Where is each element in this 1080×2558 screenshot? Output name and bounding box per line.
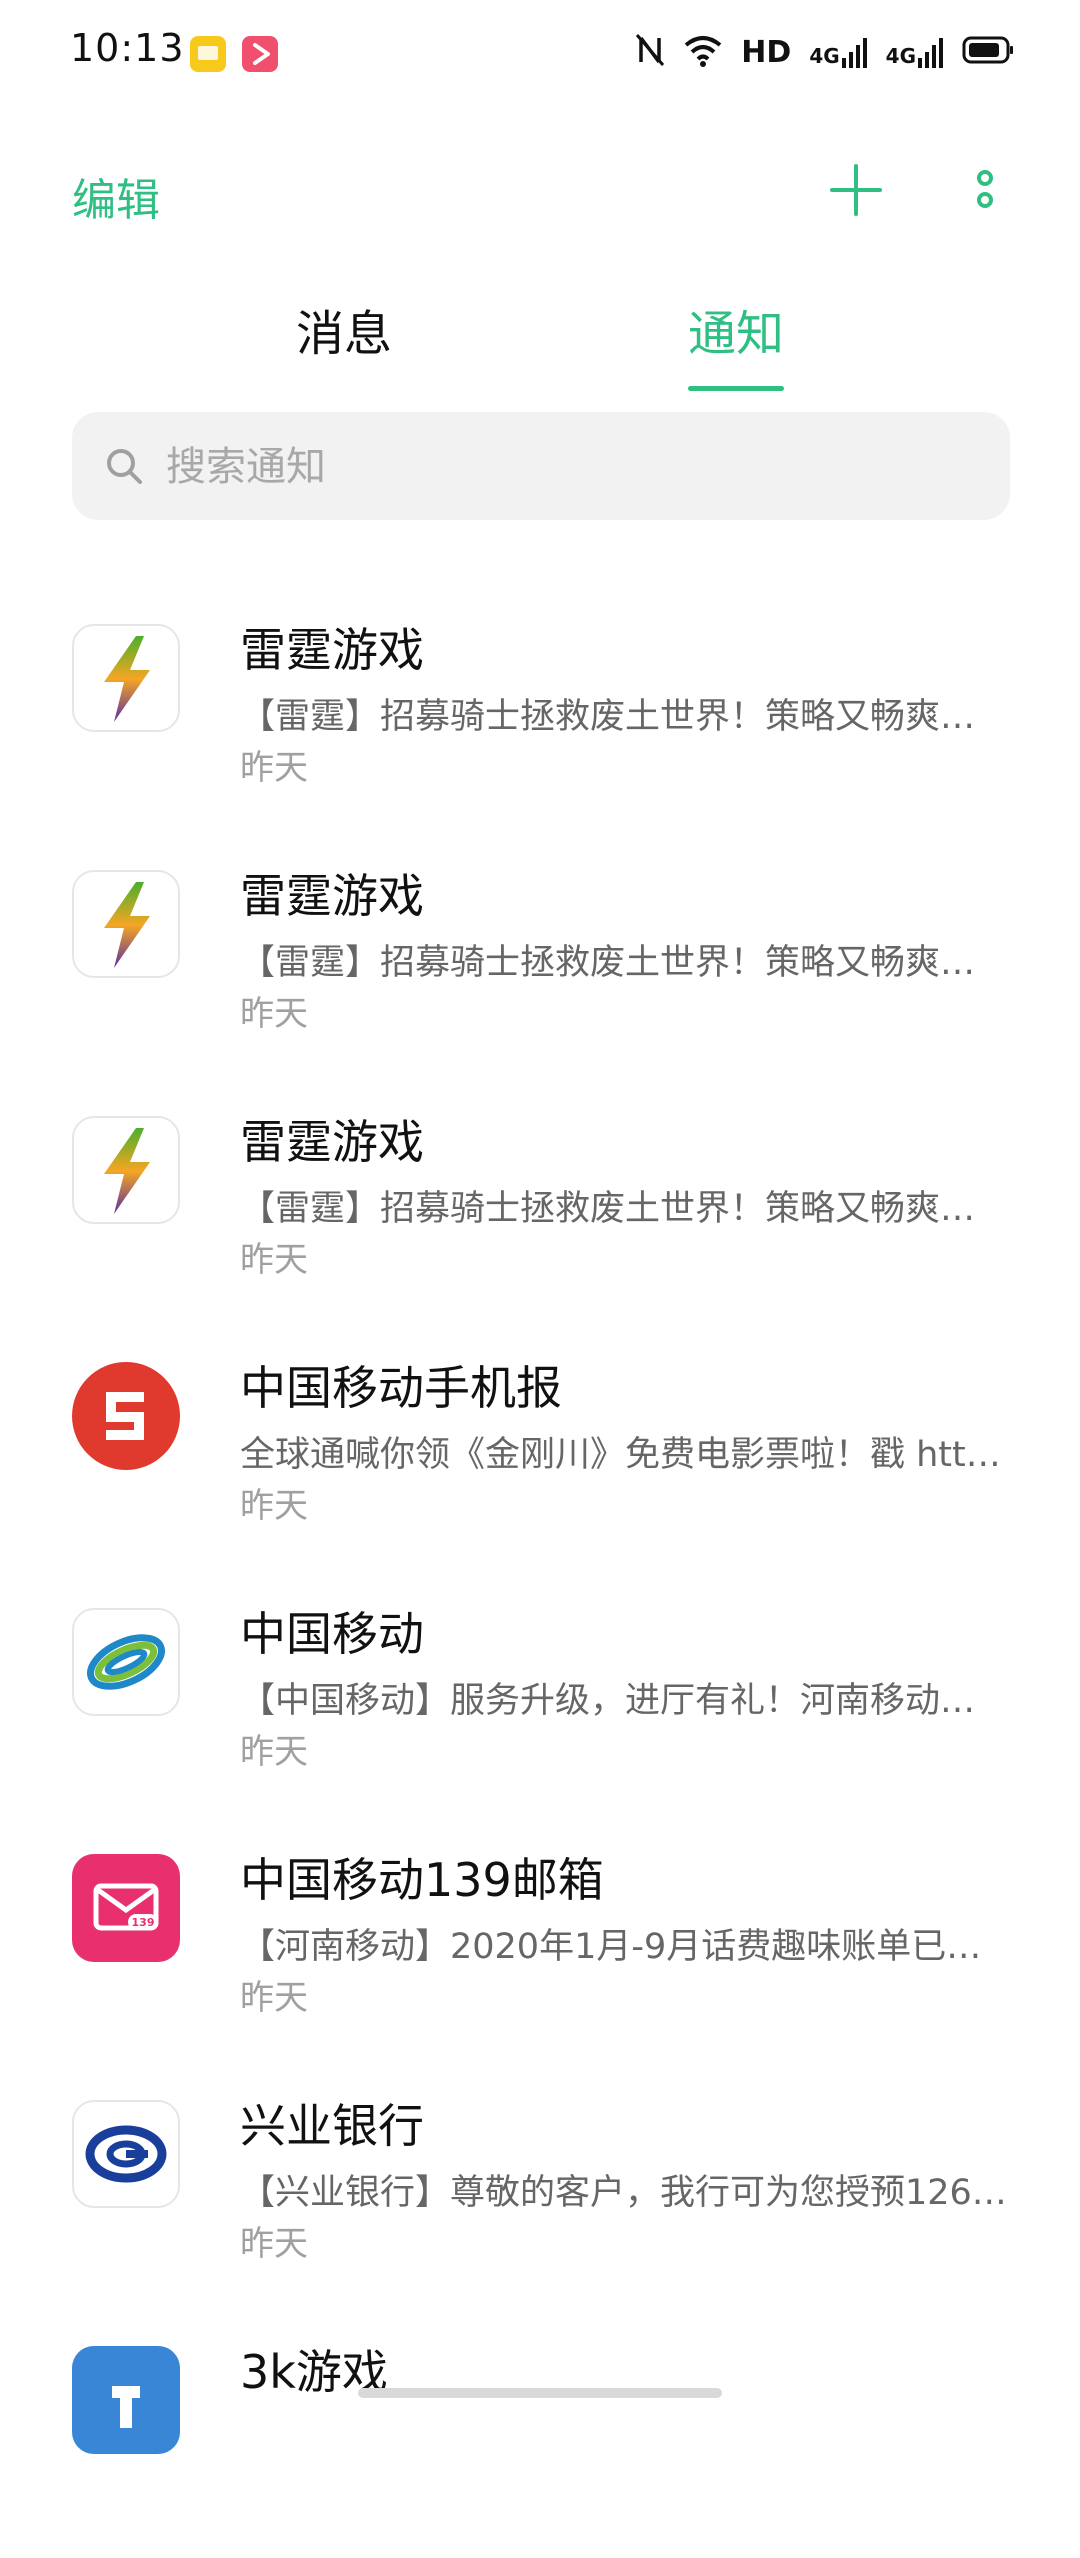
item-title: 雷霆游戏 — [240, 1115, 424, 1169]
list-item[interactable]: 雷霆游戏 【雷霆】招募骑士拯救废土世界！策略又畅爽… 昨天 — [0, 836, 1080, 1082]
list-item[interactable]: 3k游戏 — [0, 2312, 1080, 2558]
signal-icon-1: 4G — [809, 36, 867, 68]
item-preview: 全球通喊你领《金刚川》免费电影票啦！戳 htt… — [240, 1435, 1001, 1475]
item-title: 雷霆游戏 — [240, 869, 424, 923]
status-time: 10:13 — [70, 26, 185, 70]
item-time: 昨天 — [240, 2224, 308, 2264]
item-preview: 【河南移动】2020年1月-9月话费趣味账单已送… — [240, 1927, 1010, 1967]
item-title: 兴业银行 — [240, 2099, 424, 2153]
china-mobile-icon — [72, 1608, 180, 1716]
svg-text:139: 139 — [132, 1916, 155, 1929]
item-time: 昨天 — [240, 1486, 308, 1526]
list-item[interactable]: 中国移动 【中国移动】服务升级，进厅有礼！河南移动… 昨天 — [0, 1574, 1080, 1820]
mobile-newspaper-icon — [72, 1362, 180, 1470]
list-item[interactable]: 雷霆游戏 【雷霆】招募骑士拯救废土世界！策略又畅爽… 昨天 — [0, 1082, 1080, 1328]
search-input[interactable] — [164, 430, 988, 504]
thunder-game-icon — [72, 870, 180, 978]
item-preview: 【雷霆】招募骑士拯救废土世界！策略又畅爽… — [240, 697, 976, 737]
plus-icon — [830, 164, 882, 216]
wifi-icon — [683, 33, 723, 71]
search-icon — [102, 444, 146, 488]
mail-139-icon: 139 — [72, 1854, 180, 1962]
add-button[interactable] — [826, 160, 886, 220]
item-preview: 【兴业银行】尊敬的客户，我行可为您授预126… — [240, 2173, 1007, 2213]
active-tab-indicator — [688, 386, 784, 391]
item-time: 昨天 — [240, 1240, 308, 1280]
network-type-2: 4G — [885, 44, 916, 68]
thunder-game-icon — [72, 624, 180, 732]
notes-app-icon — [190, 36, 226, 72]
tab-bar: 消息 通知 — [0, 270, 1080, 400]
3k-game-icon — [72, 2346, 180, 2454]
battery-icon — [962, 35, 1014, 69]
item-time: 昨天 — [240, 1732, 308, 1772]
item-preview: 【雷霆】招募骑士拯救废土世界！策略又畅爽… — [240, 1189, 976, 1229]
list-item[interactable]: 雷霆游戏 【雷霆】招募骑士拯救废土世界！策略又畅爽… 昨天 — [0, 590, 1080, 836]
item-preview: 【雷霆】招募骑士拯救废土世界！策略又畅爽… — [240, 943, 976, 983]
list-item[interactable]: 中国移动手机报 全球通喊你领《金刚川》免费电影票啦！戳 htt… 昨天 — [0, 1328, 1080, 1574]
thunder-game-icon — [72, 1116, 180, 1224]
tab-messages[interactable]: 消息 — [244, 294, 444, 364]
network-type-1: 4G — [809, 44, 840, 68]
status-bar: 10:13 HD 4G 4G — [0, 0, 1080, 104]
tab-notifications[interactable]: 通知 — [636, 294, 836, 364]
hd-label: HD — [741, 34, 792, 70]
industrial-bank-icon — [72, 2100, 180, 2208]
search-bar[interactable] — [72, 412, 1010, 520]
list-item[interactable]: 兴业银行 【兴业银行】尊敬的客户，我行可为您授预126… 昨天 — [0, 2066, 1080, 2312]
item-title: 中国移动139邮箱 — [240, 1853, 604, 1907]
item-time: 昨天 — [240, 748, 308, 788]
nfc-icon — [635, 32, 665, 72]
list-item[interactable]: 139 中国移动139邮箱 【河南移动】2020年1月-9月话费趣味账单已送… … — [0, 1820, 1080, 2066]
more-button[interactable] — [970, 160, 1000, 220]
status-indicators: HD 4G 4G — [635, 30, 1014, 74]
home-indicator[interactable] — [358, 2388, 722, 2398]
edit-button[interactable]: 编辑 — [72, 164, 160, 228]
item-time: 昨天 — [240, 1978, 308, 2018]
top-bar: 编辑 — [0, 140, 1080, 240]
item-title: 雷霆游戏 — [240, 623, 424, 677]
item-title: 中国移动 — [240, 1607, 424, 1661]
item-time: 昨天 — [240, 994, 308, 1034]
signal-icon-2: 4G — [886, 36, 944, 68]
video-app-icon — [242, 36, 278, 72]
item-preview: 【中国移动】服务升级，进厅有礼！河南移动… — [240, 1681, 976, 1721]
more-vertical-icon — [977, 170, 993, 208]
item-title: 中国移动手机报 — [240, 1361, 562, 1415]
